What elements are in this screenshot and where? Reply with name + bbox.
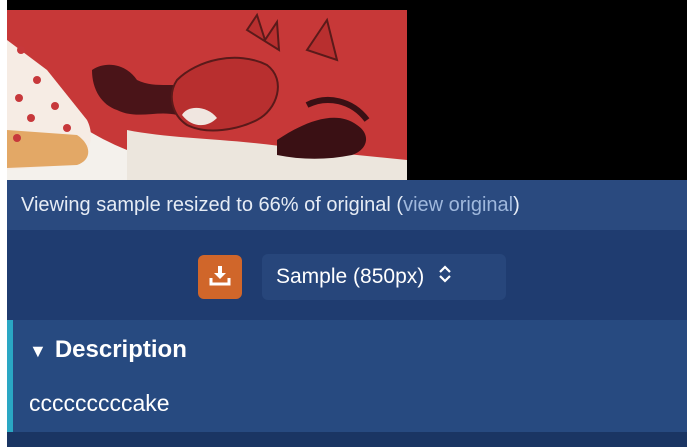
triangle-down-icon: ▼ — [29, 341, 47, 361]
chevron-up-down-icon — [438, 254, 452, 300]
download-icon — [209, 264, 231, 291]
sample-size-value: Sample (850px) — [276, 265, 425, 288]
description-panel: ▼ Description cccccccccake — [7, 320, 687, 432]
resize-notice: Viewing sample resized to 66% of origina… — [7, 180, 687, 230]
description-body: cccccccccake — [29, 390, 170, 416]
download-toolbar: Sample (850px) — [7, 230, 687, 318]
resize-notice-suffix: ) — [513, 194, 520, 216]
sample-size-select[interactable]: Sample (850px) — [262, 254, 506, 300]
description-accent-bar — [7, 320, 13, 432]
view-original-link[interactable]: view original — [403, 194, 513, 216]
description-toggle[interactable]: ▼ Description — [29, 334, 187, 367]
download-button[interactable] — [198, 255, 242, 299]
post-view: Viewing sample resized to 66% of origina… — [7, 0, 687, 447]
resize-notice-text: Viewing sample resized to 66% of origina… — [21, 194, 404, 216]
section-divider — [7, 432, 687, 447]
sample-image[interactable] — [7, 10, 407, 180]
description-title: Description — [54, 336, 187, 363]
image-viewer — [7, 0, 687, 180]
